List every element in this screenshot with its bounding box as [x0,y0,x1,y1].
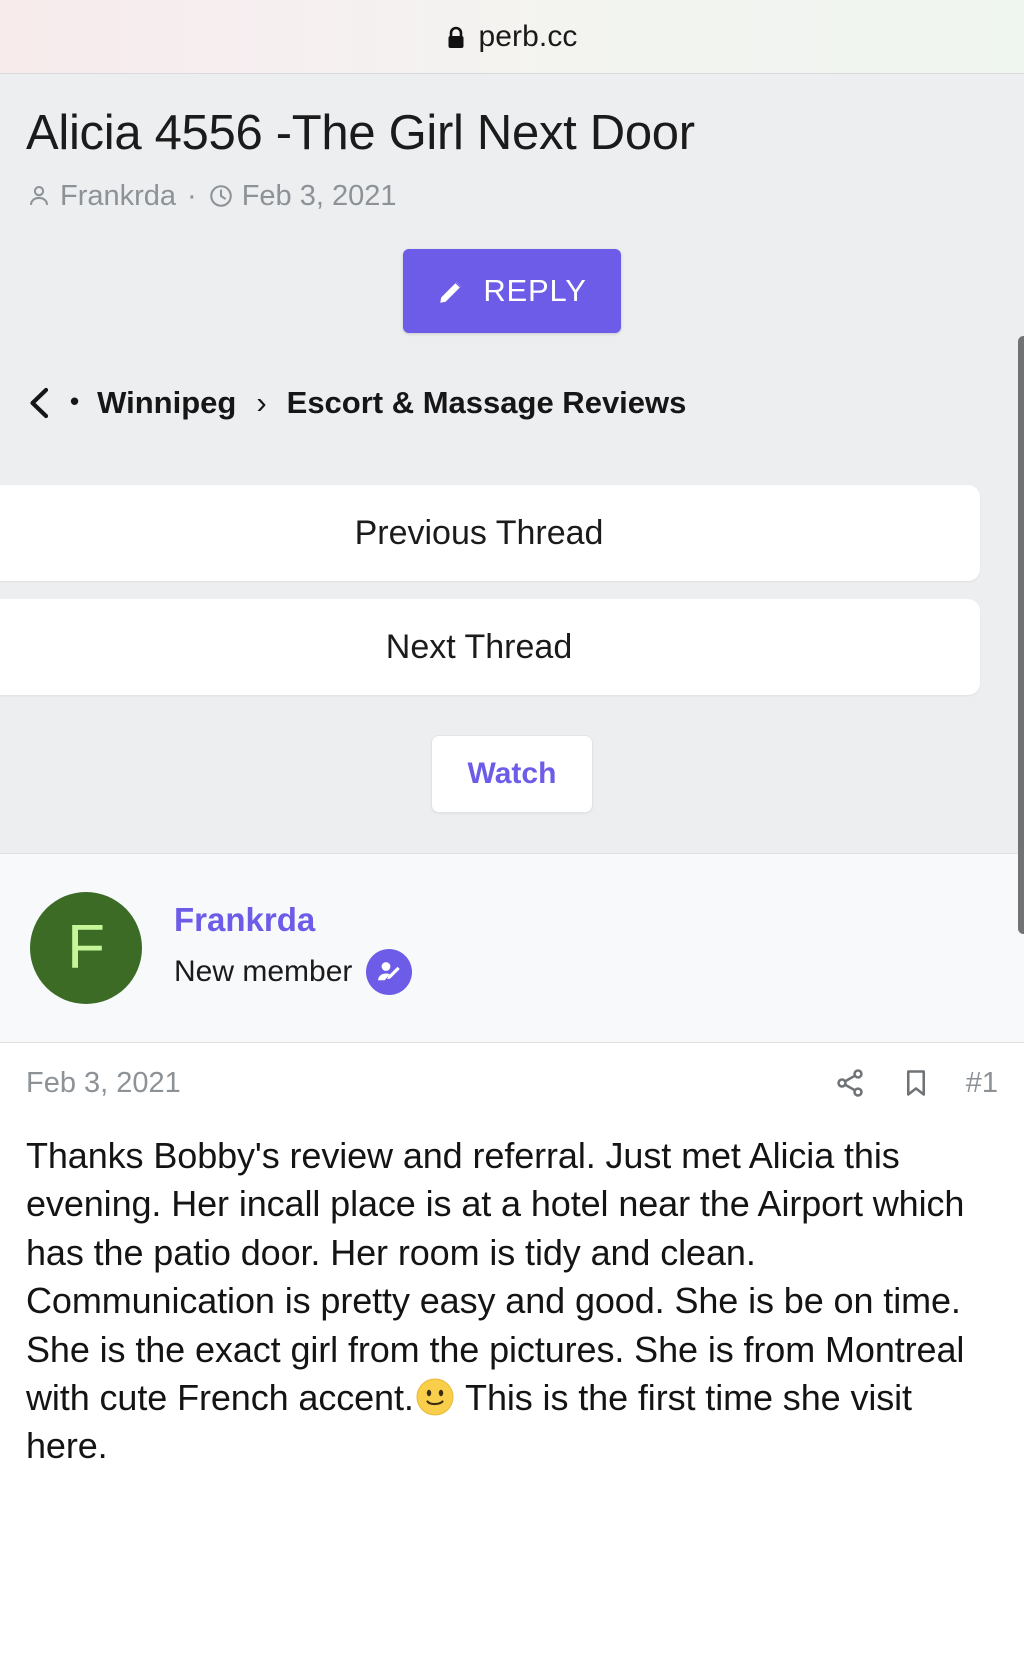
reply-button[interactable]: REPLY [403,248,621,333]
thread-navigation: Previous Thread Next Thread Watch [0,428,1024,853]
reply-button-label: REPLY [483,272,587,308]
breadcrumb: • Winnipeg › Escort & Massage Reviews [26,385,998,429]
page-scrollbar-thumb[interactable] [1018,336,1024,934]
thread-date-text: Feb 3, 2021 [241,179,397,212]
breadcrumb-item-forum[interactable]: Winnipeg [97,385,236,421]
thread-header: Alicia 4556 -The Girl Next Door Frankrda… [0,74,1024,429]
lock-icon [446,26,466,50]
thread-author-name: Frankrda [60,179,177,212]
post-actions: #1 [834,1067,998,1100]
page-root: perb.cc Alicia 4556 -The Girl Next Door … [0,0,1024,1672]
member-edit-badge-icon[interactable] [366,948,413,995]
url-bar-content: perb.cc [446,20,577,54]
share-icon[interactable] [834,1067,866,1099]
post-body-text-1: Thanks Bobby's review and referral. Just… [26,1134,965,1418]
author-info: Frankrda New member [174,901,413,995]
author-rank-label: New member [174,954,353,988]
author-rank-row: New member [174,948,413,995]
bookmark-icon[interactable] [900,1067,932,1099]
next-thread-button[interactable]: Next Thread [0,598,980,695]
clock-icon [209,185,232,208]
post-meta-row: Feb 3, 2021 #1 [0,1042,1024,1110]
page-title: Alicia 4556 -The Girl Next Door [26,106,695,160]
post-author-name[interactable]: Frankrda [174,901,412,939]
post-body: Thanks Bobby's review and referral. Just… [0,1109,1024,1501]
slight-smile-emoji [416,1378,454,1416]
breadcrumb-item-section[interactable]: Escort & Massage Reviews [287,385,687,421]
watch-button-row: Watch [0,713,1024,853]
browser-url-bar[interactable]: perb.cc [0,0,1024,74]
post-number[interactable]: #1 [966,1067,998,1100]
avatar[interactable]: F [30,891,142,1004]
thread-date: Feb 3, 2021 [208,180,397,213]
chevron-left-icon[interactable] [26,386,52,420]
post-date: Feb 3, 2021 [26,1066,181,1099]
thread-meta: Frankrda · Feb 3, 2021 [26,180,998,213]
meta-separator: · [187,179,197,212]
breadcrumb-caret-icon: › [256,384,267,420]
post-author-block: F Frankrda New member [0,852,1024,1043]
breadcrumb-bullet: • [70,385,80,416]
reply-button-row: REPLY [26,248,998,333]
watch-button[interactable]: Watch [430,734,594,813]
thread-author[interactable]: Frankrda [26,180,176,213]
previous-thread-button[interactable]: Previous Thread [0,484,980,581]
pencil-icon [437,276,467,306]
url-text: perb.cc [478,19,578,53]
person-icon [29,186,49,206]
